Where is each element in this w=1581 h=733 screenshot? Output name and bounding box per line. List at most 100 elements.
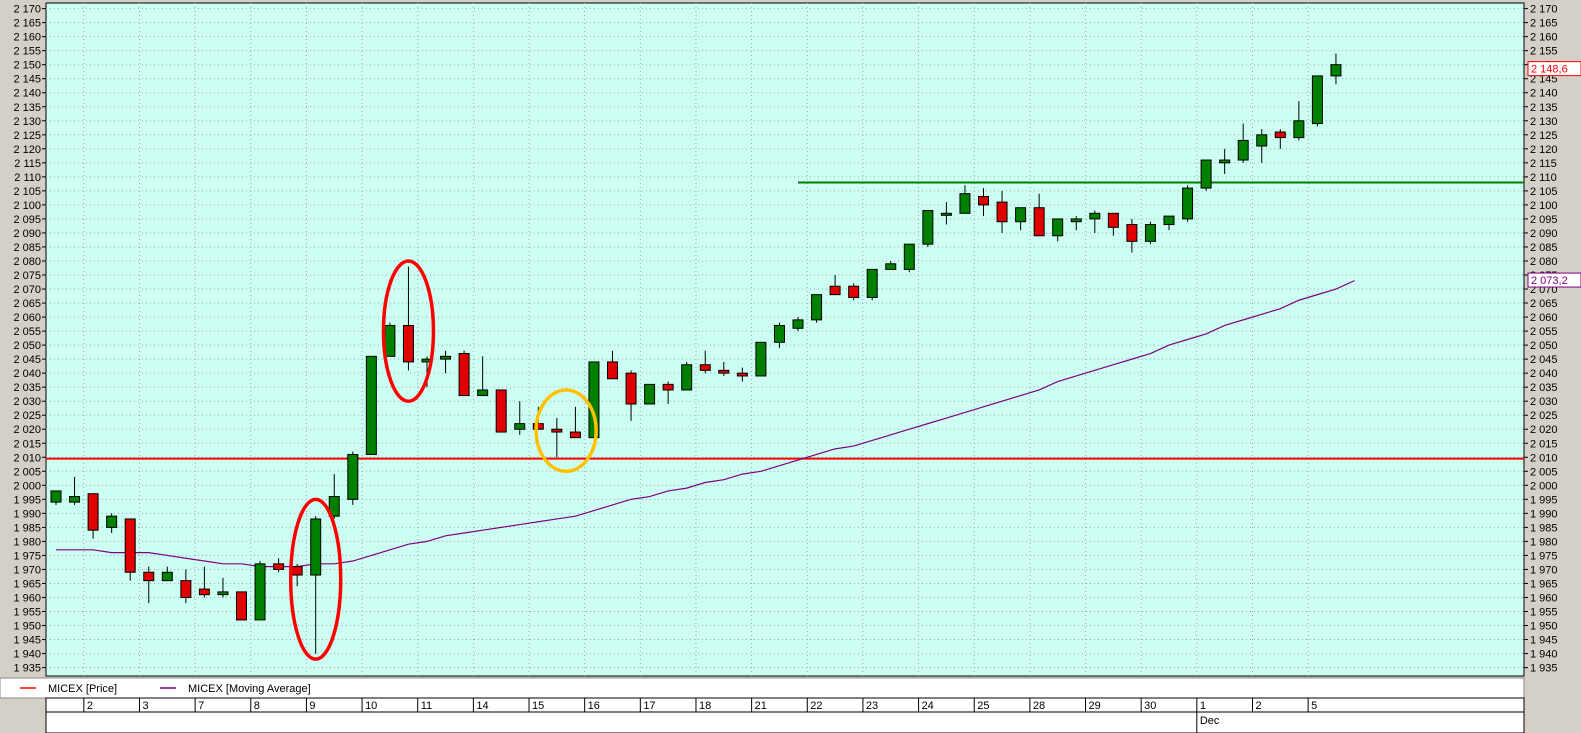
candle-body	[1237, 139, 1249, 161]
candle-body	[180, 580, 192, 598]
x-tick-label: 7	[198, 700, 204, 712]
candle-body	[514, 423, 526, 430]
candle-body	[848, 285, 860, 298]
x-tick-label: 22	[810, 700, 822, 712]
y-tick-label-left: 2 020	[13, 424, 41, 436]
x-tick-label: 5	[1311, 700, 1317, 712]
candle-body	[1219, 159, 1231, 164]
y-tick-label-right: 2 115	[1530, 158, 1557, 170]
x-tick-label: 25	[977, 700, 989, 712]
y-tick-label-right: 2 065	[1530, 298, 1558, 310]
y-tick-label-left: 2 035	[13, 382, 41, 394]
candle-body	[198, 588, 210, 596]
y-tick-label-left: 1 935	[13, 663, 41, 675]
y-tick-label-left: 1 980	[13, 536, 41, 548]
candle-body	[811, 294, 823, 321]
candle-body	[87, 493, 99, 531]
candle-body	[124, 518, 136, 573]
y-tick-label-left: 1 955	[13, 607, 41, 619]
x-tick-label: 28	[1033, 700, 1045, 712]
y-tick-label-right: 1 950	[1530, 621, 1558, 633]
y-tick-label-left: 1 965	[13, 578, 41, 590]
y-tick-label-left: 2 060	[13, 312, 41, 324]
x-tick-label: 15	[532, 700, 544, 712]
y-tick-label-left: 2 075	[13, 270, 41, 282]
ma-value-label: 2 073,2	[1531, 275, 1568, 287]
x-tick-label: 18	[699, 700, 711, 712]
candle-body	[477, 389, 489, 397]
candle-body	[69, 496, 81, 503]
y-tick-label-right: 2 040	[1530, 368, 1558, 380]
y-tick-label-right: 2 030	[1530, 396, 1558, 408]
y-tick-label-left: 2 040	[13, 368, 41, 380]
candle-body	[143, 571, 155, 582]
y-tick-label-right: 2 060	[1530, 312, 1558, 324]
candle-body	[365, 355, 377, 455]
y-tick-label-left: 2 050	[13, 340, 41, 352]
y-tick-label-left: 1 970	[13, 564, 41, 576]
candle-body	[402, 324, 414, 363]
x-tick-label: 2	[87, 700, 93, 712]
candle-body	[644, 383, 656, 405]
y-tick-label-left: 2 150	[13, 60, 41, 72]
y-tick-label-right: 2 015	[1530, 438, 1558, 450]
y-tick-label-right: 2 160	[1530, 32, 1558, 44]
y-tick-label-left: 2 090	[13, 228, 41, 240]
candle-body	[978, 195, 989, 206]
y-tick-label-left: 1 985	[13, 522, 41, 534]
candle-body	[1274, 131, 1286, 139]
candle-body	[755, 341, 767, 377]
last-price-label: 2 148,6	[1531, 64, 1568, 76]
y-tick-label-left: 2 015	[13, 438, 41, 450]
y-tick-label-right: 2 100	[1530, 200, 1558, 212]
y-tick-label-left: 2 025	[13, 410, 41, 422]
candle-body	[903, 243, 915, 270]
y-tick-label-right: 1 965	[1530, 578, 1558, 590]
y-tick-label-left: 1 995	[13, 494, 41, 506]
x-tick-label: 21	[755, 700, 767, 712]
y-tick-label-left: 2 105	[13, 186, 41, 198]
x-tick-label: 3	[142, 700, 148, 712]
y-tick-label-left: 2 165	[13, 18, 41, 30]
candle-body	[1163, 215, 1175, 226]
y-tick-label-right: 1 990	[1530, 508, 1558, 520]
y-tick-label-left: 2 140	[13, 88, 41, 100]
y-tick-label-left: 2 070	[13, 284, 41, 296]
y-tick-label-right: 1 960	[1530, 592, 1558, 604]
candle-body	[940, 212, 952, 216]
candle-body	[291, 566, 303, 576]
x-tick-label: 16	[588, 700, 600, 712]
y-tick-label-right: 1 995	[1530, 494, 1558, 506]
y-tick-label-left: 2 125	[13, 130, 41, 142]
y-tick-label-right: 1 985	[1530, 522, 1558, 534]
candle-body	[1089, 212, 1101, 220]
x-tick-label: 24	[922, 700, 934, 712]
y-tick-label-right: 2 045	[1530, 354, 1558, 366]
y-tick-label-right: 2 130	[1530, 116, 1558, 128]
candle-body	[829, 285, 841, 296]
legend-label: MICEX [Price]	[48, 683, 117, 695]
candle-body	[1033, 207, 1045, 237]
y-tick-label-left: 2 130	[13, 116, 41, 128]
date-axis-bar	[45, 697, 1525, 733]
candle-body	[1311, 75, 1323, 125]
candle-body	[662, 383, 674, 391]
y-tick-label-right: 1 955	[1530, 607, 1558, 619]
y-tick-label-left: 1 960	[13, 592, 41, 604]
y-tick-label-left: 2 170	[13, 4, 41, 16]
y-tick-label-left: 2 110	[14, 172, 41, 184]
y-tick-label-right: 2 035	[1530, 382, 1558, 394]
candle-body	[866, 268, 878, 298]
candle-body	[1330, 64, 1342, 77]
candle-body	[310, 518, 322, 576]
y-tick-label-left: 1 945	[13, 635, 41, 647]
candle-body	[773, 324, 785, 343]
y-tick-label-left: 2 155	[13, 46, 41, 58]
y-tick-label-left: 2 115	[14, 158, 41, 170]
month-label: Dec	[1200, 715, 1220, 727]
candle-body	[1182, 187, 1194, 220]
y-tick-label-right: 2 005	[1530, 466, 1558, 478]
candle-body	[607, 361, 618, 380]
y-tick-label-left: 2 030	[13, 396, 41, 408]
candle-body	[161, 571, 173, 582]
